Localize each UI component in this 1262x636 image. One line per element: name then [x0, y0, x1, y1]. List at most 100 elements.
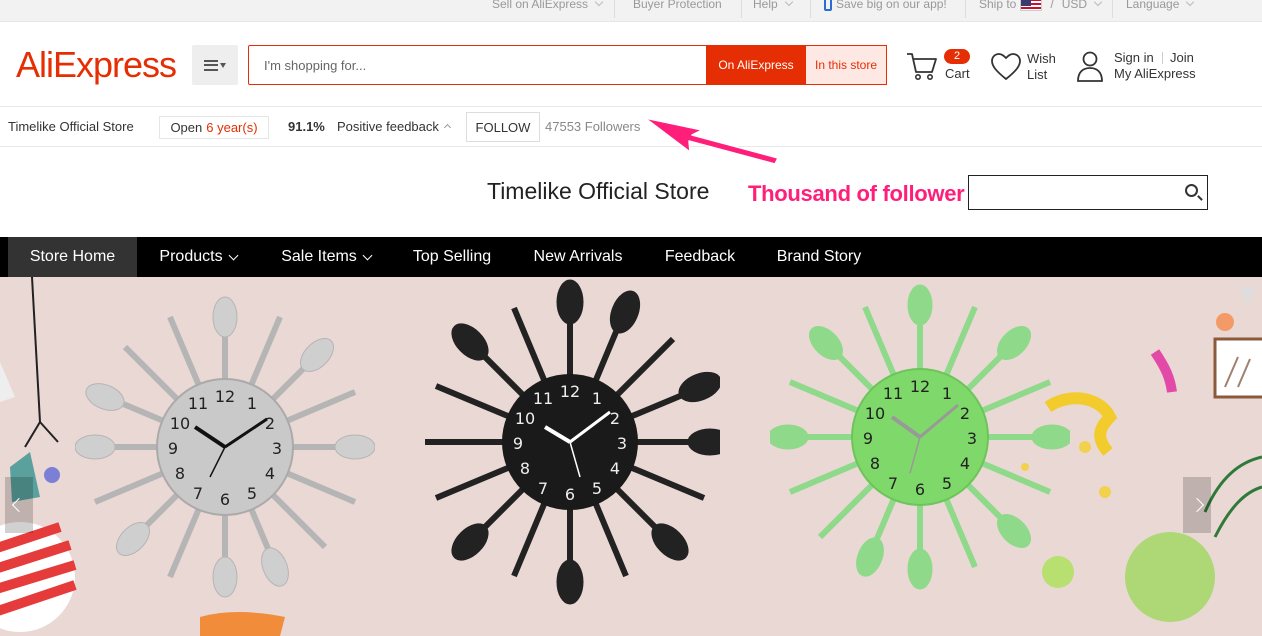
nav-top-selling[interactable]: Top Selling	[396, 237, 508, 277]
clock3-num-3: 3	[967, 429, 977, 448]
open-label: Open	[170, 120, 203, 135]
categories-menu-button[interactable]	[192, 45, 238, 85]
nav-new-arrivals[interactable]: New Arrivals	[517, 237, 639, 277]
ship-to-selector[interactable]: Ship to / USD	[979, 0, 1103, 11]
buyer-protection-link[interactable]: Buyer Protection	[633, 0, 722, 11]
black-spoon-fork-clock: 12 1 2 3 4 5 6 7 8 9 10 11	[425, 279, 720, 605]
clock2-num-8: 8	[520, 459, 530, 478]
cart-count-badge: 2	[944, 49, 970, 64]
store-title: Timelike Official Store	[487, 178, 710, 204]
clock3-num-6: 6	[915, 480, 925, 499]
nav-brand-story[interactable]: Brand Story	[760, 237, 878, 277]
clock1-num-4: 4	[265, 464, 275, 483]
open-years: 6 year(s)	[206, 120, 258, 135]
currency-label: USD	[1061, 0, 1088, 11]
clock1-num-3: 3	[272, 439, 282, 458]
follow-button[interactable]: FOLLOW	[466, 112, 540, 142]
banner-prev-button[interactable]	[5, 477, 33, 533]
clock3-num-2: 2	[960, 404, 970, 423]
clock2-num-7: 7	[538, 479, 548, 498]
store-nav: Store Home Products Sale Items Top Selli…	[0, 237, 1262, 277]
heart-icon	[991, 53, 1021, 81]
my-aliexpress-link[interactable]: My AliExpress	[1114, 66, 1196, 82]
nav-label: Sale Items	[281, 248, 357, 265]
nav-products[interactable]: Products	[141, 237, 255, 277]
clock1-num-11: 11	[188, 394, 208, 413]
sell-label: Sell on AliExpress	[492, 0, 589, 11]
clock3-num-1: 1	[942, 384, 952, 403]
nav-label: Feedback	[664, 248, 736, 265]
positive-feedback-toggle[interactable]: Positive feedback	[337, 119, 451, 134]
user-icon	[1077, 51, 1103, 82]
us-flag-icon	[1020, 0, 1043, 11]
nav-store-home[interactable]: Store Home	[8, 237, 137, 277]
account-menu[interactable]: Sign in Join My AliExpress	[1076, 49, 1206, 85]
chevron-down-icon	[1186, 0, 1195, 7]
join-link[interactable]: Join	[1170, 50, 1194, 66]
search-in-store-button[interactable]: In this store	[806, 45, 887, 85]
top-utility-bar: Sell on AliExpress Buyer Protection Help…	[0, 0, 1262, 22]
language-label: Language	[1126, 0, 1180, 11]
search-bar: I'm shopping for... On AliExpress In thi…	[248, 45, 887, 85]
header-divider	[0, 106, 1262, 107]
search-on-aliexpress-button[interactable]: On AliExpress	[706, 45, 806, 85]
clock2-num-6: 6	[565, 485, 575, 504]
clock1-num-2: 2	[265, 414, 275, 433]
chevron-down-icon	[1093, 0, 1103, 7]
clock1-num-7: 7	[193, 484, 203, 503]
clock3-num-4: 4	[960, 454, 970, 473]
followers-count: 47553 Followers	[545, 119, 641, 134]
currency-separator: /	[1050, 0, 1054, 11]
divider	[614, 0, 615, 18]
clock3-num-9: 9	[863, 429, 873, 448]
wish-label-line1: Wish	[1027, 51, 1056, 66]
caret-down-icon	[220, 62, 226, 68]
app-promo-label: Save big on our app!	[836, 0, 947, 11]
silver-spoon-fork-clock: 12 1 2 3 4 5 6 7 8 9 10 11	[75, 296, 375, 598]
nav-label: Store Home	[29, 248, 116, 265]
nav-label: Products	[159, 248, 223, 265]
help-link[interactable]: Help	[753, 0, 793, 11]
clock1-num-9: 9	[168, 439, 178, 458]
nav-label: Brand Story	[776, 248, 862, 265]
clock1-num-10: 10	[170, 414, 190, 433]
chevron-down-icon	[228, 250, 239, 260]
search-input[interactable]: I'm shopping for...	[264, 58, 366, 73]
clock1-num-8: 8	[175, 464, 185, 483]
clock1-num-12: 12	[215, 387, 235, 406]
clock3-num-10: 10	[865, 404, 885, 423]
language-selector[interactable]: Language	[1126, 0, 1195, 11]
search-icon[interactable]	[1185, 184, 1198, 197]
divider	[810, 0, 811, 18]
feedback-percent: 91.1%	[288, 119, 325, 134]
cart-label: Cart	[945, 66, 970, 81]
clock1-num-1: 1	[247, 394, 257, 413]
clock3-num-12: 12	[910, 377, 930, 396]
hamburger-icon	[204, 59, 218, 71]
green-spoon-fork-clock: 12 1 2 3 4 5 6 7 8 9 10 11	[770, 284, 1070, 590]
chevron-right-icon	[1189, 497, 1205, 513]
clock2-num-1: 1	[592, 389, 602, 408]
clock1-num-5: 5	[247, 484, 257, 503]
clock2-num-12: 12	[560, 382, 580, 401]
store-banner[interactable]: 12 1 2 3 4 5 6 7 8 9 10 11 12 1 2 3 4 5 …	[0, 277, 1262, 636]
sell-on-aliexpress-link[interactable]: Sell on AliExpress	[492, 0, 604, 11]
clock3-num-8: 8	[870, 454, 880, 473]
clock3-num-7: 7	[888, 474, 898, 493]
nav-sale-items[interactable]: Sale Items	[266, 237, 386, 277]
wish-list-button[interactable]: Wish List	[990, 50, 1060, 84]
banner-next-button[interactable]	[1183, 477, 1211, 533]
clock2-num-5: 5	[592, 479, 602, 498]
app-promo-link[interactable]: Save big on our app!	[824, 0, 947, 11]
divider	[741, 0, 742, 18]
ship-to-label: Ship to	[979, 0, 1017, 11]
chevron-down-icon	[784, 0, 793, 7]
chevron-down-icon	[594, 0, 604, 7]
nav-feedback[interactable]: Feedback	[649, 237, 751, 277]
clock2-num-11: 11	[533, 389, 553, 408]
aliexpress-logo[interactable]: AliExpress	[16, 44, 177, 86]
sign-in-link[interactable]: Sign in	[1114, 50, 1154, 66]
store-search-input[interactable]	[968, 175, 1208, 210]
store-name-link[interactable]: Timelike Official Store	[8, 119, 134, 134]
chevron-down-icon	[362, 250, 373, 260]
